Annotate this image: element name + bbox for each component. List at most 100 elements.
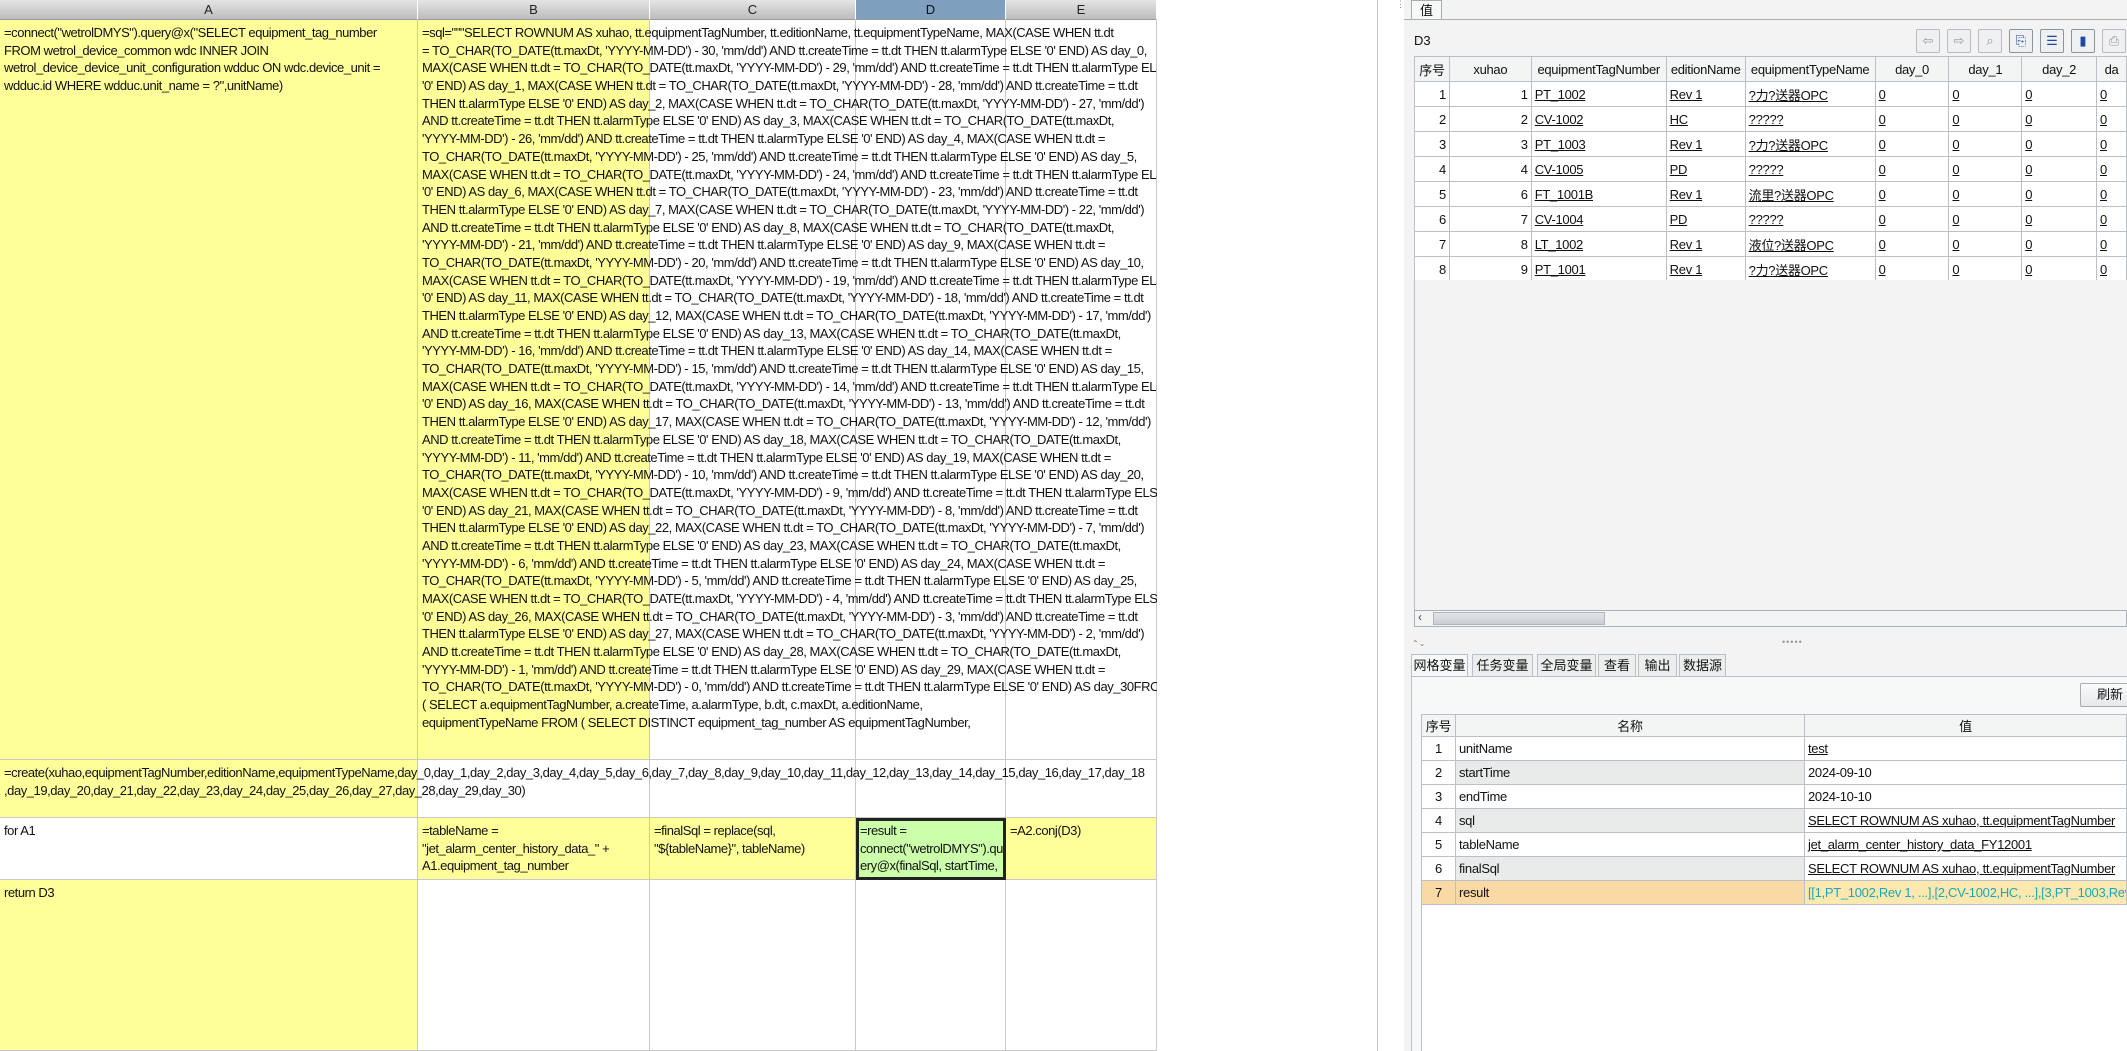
table-cell[interactable]: 0 — [2096, 231, 2127, 257]
tab-watch[interactable]: 查看 — [1598, 654, 1636, 676]
table-cell[interactable]: ????? — [1744, 106, 1876, 132]
table-cell[interactable]: HC — [1665, 106, 1746, 132]
table-cell[interactable]: 0 — [1948, 81, 2023, 107]
horizontal-scrollbar[interactable]: ‹ — [1414, 610, 2127, 627]
column-header[interactable]: day_1 — [1948, 56, 2023, 82]
variable-row[interactable]: 5 tableName jet_alarm_center_history_data_… — [1421, 832, 2127, 857]
table-cell[interactable]: 0 — [2021, 156, 2097, 182]
table-cell[interactable]: 0 — [1948, 131, 2023, 157]
column-header-c[interactable]: C — [650, 0, 856, 20]
table-cell[interactable]: 0 — [1874, 181, 1950, 207]
table-cell[interactable]: 0 — [2021, 231, 2097, 257]
cell-d4[interactable] — [856, 880, 1006, 1051]
table-cell[interactable]: ?力?送器OPC — [1744, 131, 1876, 157]
cell-d3[interactable]: =result = connect("wetrolDMYS").qu ery@x(f… — [856, 818, 1006, 880]
table-cell[interactable]: 0 — [1948, 231, 2023, 257]
variable-value[interactable]: SELECT ROWNUM AS xuhao, tt.equipmentTagN… — [1803, 856, 2127, 881]
refresh-button[interactable]: 刷新 — [2080, 683, 2127, 707]
column-header[interactable]: day_2 — [2021, 56, 2097, 82]
table-cell[interactable]: 流里?送器OPC — [1744, 181, 1876, 207]
table-cell[interactable]: 0 — [2096, 131, 2127, 157]
variable-value[interactable]: [[1,PT_1002,Rev 1, ...],[2,CV-1002,HC, .… — [1803, 880, 2127, 905]
table-cell[interactable]: 0 — [2096, 206, 2127, 232]
copy-button[interactable]: ⎘ — [2009, 29, 2033, 53]
table-cell[interactable]: FT_1001B — [1530, 181, 1667, 207]
table-cell[interactable]: 0 — [2096, 81, 2127, 107]
table-cell[interactable]: 0 — [2021, 106, 2097, 132]
table-cell[interactable]: 0 — [1874, 106, 1950, 132]
table-cell[interactable]: Rev 1 — [1665, 131, 1746, 157]
table-cell[interactable]: ????? — [1744, 156, 1876, 182]
chart-button[interactable]: ▮ — [2071, 29, 2095, 53]
table-row[interactable]: 3 3 PT_1003 Rev 1 ?力?送器OPC 0 0 0 0 — [1414, 131, 2127, 157]
table-cell[interactable]: Rev 1 — [1665, 181, 1746, 207]
table-cell[interactable]: 0 — [2021, 181, 2097, 207]
forward-button[interactable]: ⇨ — [1947, 29, 1971, 53]
table-cell[interactable]: 0 — [1874, 206, 1950, 232]
table-cell[interactable]: CV-1002 — [1530, 106, 1667, 132]
table-row[interactable]: 1 1 PT_1002 Rev 1 ?力?送器OPC 0 0 0 0 — [1414, 81, 2127, 107]
variable-value[interactable]: 2024-10-10 — [1803, 784, 2127, 809]
column-header[interactable]: 序号 — [1414, 56, 1450, 82]
splitter-handle[interactable]: ⋮ — [1396, 0, 1405, 26]
table-cell[interactable]: 0 — [2021, 256, 2097, 282]
collapse-arrows-icon[interactable]: ⌃⌄ — [1412, 639, 1425, 648]
variable-row[interactable]: 6 finalSql SELECT ROWNUM AS xuhao, tt.equi… — [1421, 856, 2127, 881]
table-cell[interactable]: 液位?送器OPC — [1744, 231, 1876, 257]
variable-table[interactable]: 序号 名称值 1 unitName test 2 startTime 2024-09-10 3 e… — [1421, 714, 2127, 905]
column-header[interactable]: equipmentTagNumber — [1530, 56, 1667, 82]
panel-divider[interactable] — [1377, 0, 1378, 1051]
cell-b4[interactable] — [418, 880, 650, 1051]
back-button[interactable]: ⇦ — [1916, 29, 1940, 53]
cell-a1[interactable] — [0, 20, 418, 760]
scrollbar-thumb[interactable] — [1433, 612, 1605, 625]
tab-value[interactable]: 值 — [1411, 0, 1442, 20]
table-cell[interactable]: 0 — [1874, 156, 1950, 182]
preview-button[interactable]: ⌕ — [1978, 29, 2002, 53]
table-cell[interactable]: 0 — [1874, 231, 1950, 257]
table-row[interactable]: 4 4 CV-1005 PD????? 0 0 0 0 — [1414, 156, 2127, 182]
variable-value[interactable]: jet_alarm_center_history_data_FY12001 — [1803, 832, 2127, 857]
table-cell[interactable]: 0 — [1948, 106, 2023, 132]
table-cell[interactable]: LT_1002 — [1530, 231, 1667, 257]
variable-value[interactable]: SELECT ROWNUM AS xuhao, tt.equipmentTagN… — [1803, 808, 2127, 833]
table-cell[interactable]: 0 — [1874, 131, 1950, 157]
table-cell[interactable]: 0 — [1948, 181, 2023, 207]
cell-a4[interactable] — [0, 880, 418, 1051]
column-header-d[interactable]: D — [856, 0, 1006, 20]
table-cell[interactable]: 0 — [2021, 206, 2097, 232]
column-header-b[interactable]: B — [418, 0, 650, 20]
table-cell[interactable]: Rev 1 — [1665, 81, 1746, 107]
scroll-left-icon[interactable]: ‹ — [1418, 610, 1422, 624]
table-cell[interactable]: PT_1003 — [1530, 131, 1667, 157]
table-cell[interactable]: ?力?送器OPC — [1744, 256, 1876, 282]
table-cell[interactable]: 0 — [2096, 106, 2127, 132]
tab-grid-vars[interactable]: 网格变量 — [1411, 654, 1468, 677]
table-cell[interactable]: 0 — [1874, 256, 1950, 282]
table-row[interactable]: 2 2 CV-1002 HC????? 0 0 0 0 — [1414, 106, 2127, 132]
table-cell[interactable]: 0 — [2096, 156, 2127, 182]
table-cell[interactable]: ????? — [1744, 206, 1876, 232]
variable-row[interactable]: 4 sql SELECT ROWNUM AS xuhao, tt.equipment… — [1421, 808, 2127, 833]
table-cell[interactable]: Rev 1 — [1665, 231, 1746, 257]
column-header-a[interactable]: A — [0, 0, 418, 20]
splitter-grip-icon[interactable]: ••••• — [1782, 637, 1803, 647]
variable-row[interactable]: 3 endTime 2024-10-10 — [1421, 784, 2127, 809]
table-cell[interactable]: PT_1001 — [1530, 256, 1667, 282]
table-cell[interactable]: PT_1002 — [1530, 81, 1667, 107]
table-cell[interactable]: PD — [1665, 156, 1746, 182]
table-cell[interactable]: Rev 1 — [1665, 256, 1746, 282]
column-header[interactable]: 名称 — [1454, 714, 1805, 737]
export-button[interactable]: ⎙ — [2102, 29, 2126, 53]
table-cell[interactable]: 0 — [2096, 181, 2127, 207]
variable-row[interactable]: 1 unitName test — [1421, 736, 2127, 761]
cell-a3[interactable] — [0, 818, 418, 880]
variable-row[interactable]: 2 startTime 2024-09-10 — [1421, 760, 2127, 785]
table-row[interactable]: 6 7 CV-1004 PD????? 0 0 0 0 — [1414, 206, 2127, 232]
column-header[interactable]: day_0 — [1874, 56, 1950, 82]
table-row[interactable]: 5 6 FT_1001B Rev 1 流里?送器OPC 0 0 0 0 — [1414, 181, 2127, 207]
table-cell[interactable]: 0 — [2021, 81, 2097, 107]
column-header[interactable]: xuhao — [1448, 56, 1532, 82]
table-cell[interactable]: PD — [1665, 206, 1746, 232]
tab-datasource[interactable]: 数据源 — [1679, 654, 1726, 676]
